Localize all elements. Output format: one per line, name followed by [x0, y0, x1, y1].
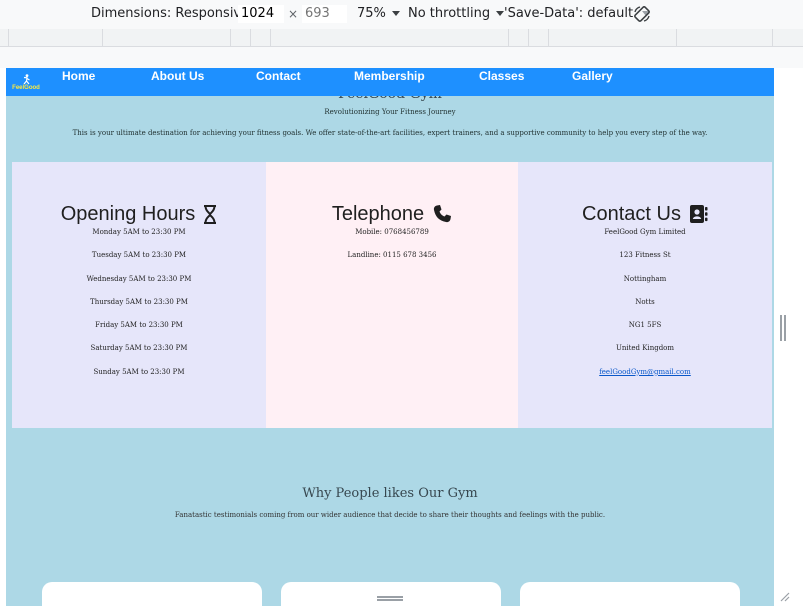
- testimonials-subtitle: Fanatastic testimonials coming from our …: [174, 511, 606, 519]
- corner-resize-icon[interactable]: [778, 590, 790, 602]
- landline-number: Landline: 0115 678 3456: [347, 251, 437, 260]
- nav-membership[interactable]: Membership: [354, 68, 425, 96]
- dimensions-label: Dimensions: Responsive: [91, 6, 250, 21]
- email-link[interactable]: feelGoodGym@gmail.com: [599, 368, 691, 376]
- phone-icon: [434, 205, 452, 223]
- brand-name: FeelGood: [12, 84, 40, 91]
- address-book-icon: [689, 205, 708, 223]
- telephone-heading: Telephone: [266, 202, 518, 226]
- nav-contact[interactable]: Contact: [256, 68, 301, 96]
- nav-gallery[interactable]: Gallery: [572, 68, 613, 96]
- contact-us-card: Contact Us FeelGood Gym Limited 123 Fitn…: [518, 162, 772, 428]
- throttling-dropdown[interactable]: No throttling: [408, 6, 505, 21]
- testimonial-card: [42, 582, 262, 606]
- hours-line: Wednesday 5AM to 23:30 PM: [86, 274, 192, 283]
- address-line: 123 Fitness St: [619, 251, 671, 260]
- side-resize-handle[interactable]: [780, 315, 786, 341]
- address-line: Nottingham: [623, 274, 667, 283]
- width-input[interactable]: [238, 5, 284, 23]
- hours-line: Monday 5AM to 23:30 PM: [92, 228, 186, 236]
- media-query-ruler: [0, 29, 803, 47]
- hero-description: This is your ultimate destination for ac…: [72, 129, 708, 137]
- contact-us-heading: Contact Us: [518, 202, 772, 226]
- testimonial-card: [520, 582, 740, 606]
- nav-classes[interactable]: Classes: [479, 68, 524, 96]
- opening-hours-heading: Opening Hours: [12, 202, 266, 226]
- rotate-icon[interactable]: [632, 4, 652, 24]
- runner-icon: [23, 73, 30, 84]
- chevron-down-icon: [391, 11, 400, 16]
- height-input[interactable]: [302, 5, 347, 23]
- nav-home[interactable]: Home: [62, 68, 95, 96]
- chevron-down-icon: [496, 11, 505, 16]
- address-line: FeelGood Gym Limited: [604, 228, 686, 236]
- bottom-resize-handle[interactable]: [377, 596, 403, 601]
- mobile-number: Mobile: 0768456789: [355, 228, 429, 236]
- hours-line: Thursday 5AM to 23:30 PM: [90, 297, 188, 306]
- logo[interactable]: FeelGood: [6, 68, 46, 96]
- address-line: United Kingdom: [615, 344, 675, 353]
- zoom-label: 75%: [357, 6, 386, 21]
- hours-line: Tuesday 5AM to 23:30 PM: [91, 251, 187, 260]
- telephone-card: Telephone Mobile: 0768456789 Landline: 0…: [266, 162, 518, 428]
- email-line: feelGoodGym@gmail.com: [518, 366, 772, 389]
- viewport-gutter: [0, 47, 803, 68]
- hours-line: Sunday 5AM to 23:30 PM: [93, 367, 185, 376]
- info-cards: Opening Hours Monday 5AM to 23:30 PM Tue…: [12, 162, 772, 428]
- devtools-device-toolbar: Dimensions: Responsive × 75% No throttli…: [0, 0, 803, 29]
- hours-line: Saturday 5AM to 23:30 PM: [90, 344, 188, 353]
- hero-subtitle: Revolutionizing Your Fitness Journey: [324, 108, 456, 116]
- hourglass-icon: [204, 204, 217, 224]
- save-data-label: 'Save-Data': default: [504, 6, 634, 21]
- page-viewport: FeelGood Gym Revolutionizing Your Fitnes…: [6, 68, 774, 606]
- save-data-dropdown[interactable]: 'Save-Data': default: [504, 6, 651, 21]
- testimonials-title: Why People likes Our Gym: [302, 486, 478, 501]
- testimonial-card: [281, 582, 501, 606]
- nav-about-us[interactable]: About Us: [151, 68, 204, 96]
- opening-hours-card: Opening Hours Monday 5AM to 23:30 PM Tue…: [12, 162, 266, 428]
- throttling-label: No throttling: [408, 6, 491, 21]
- times-symbol: ×: [288, 7, 299, 21]
- hours-line: Friday 5AM to 23:30 PM: [95, 321, 183, 330]
- address-line: Notts: [635, 297, 655, 306]
- address-line: NG1 5FS: [628, 321, 662, 330]
- zoom-dropdown[interactable]: 75%: [357, 6, 400, 21]
- navbar: FeelGood Home About Us Contact Membershi…: [6, 68, 774, 96]
